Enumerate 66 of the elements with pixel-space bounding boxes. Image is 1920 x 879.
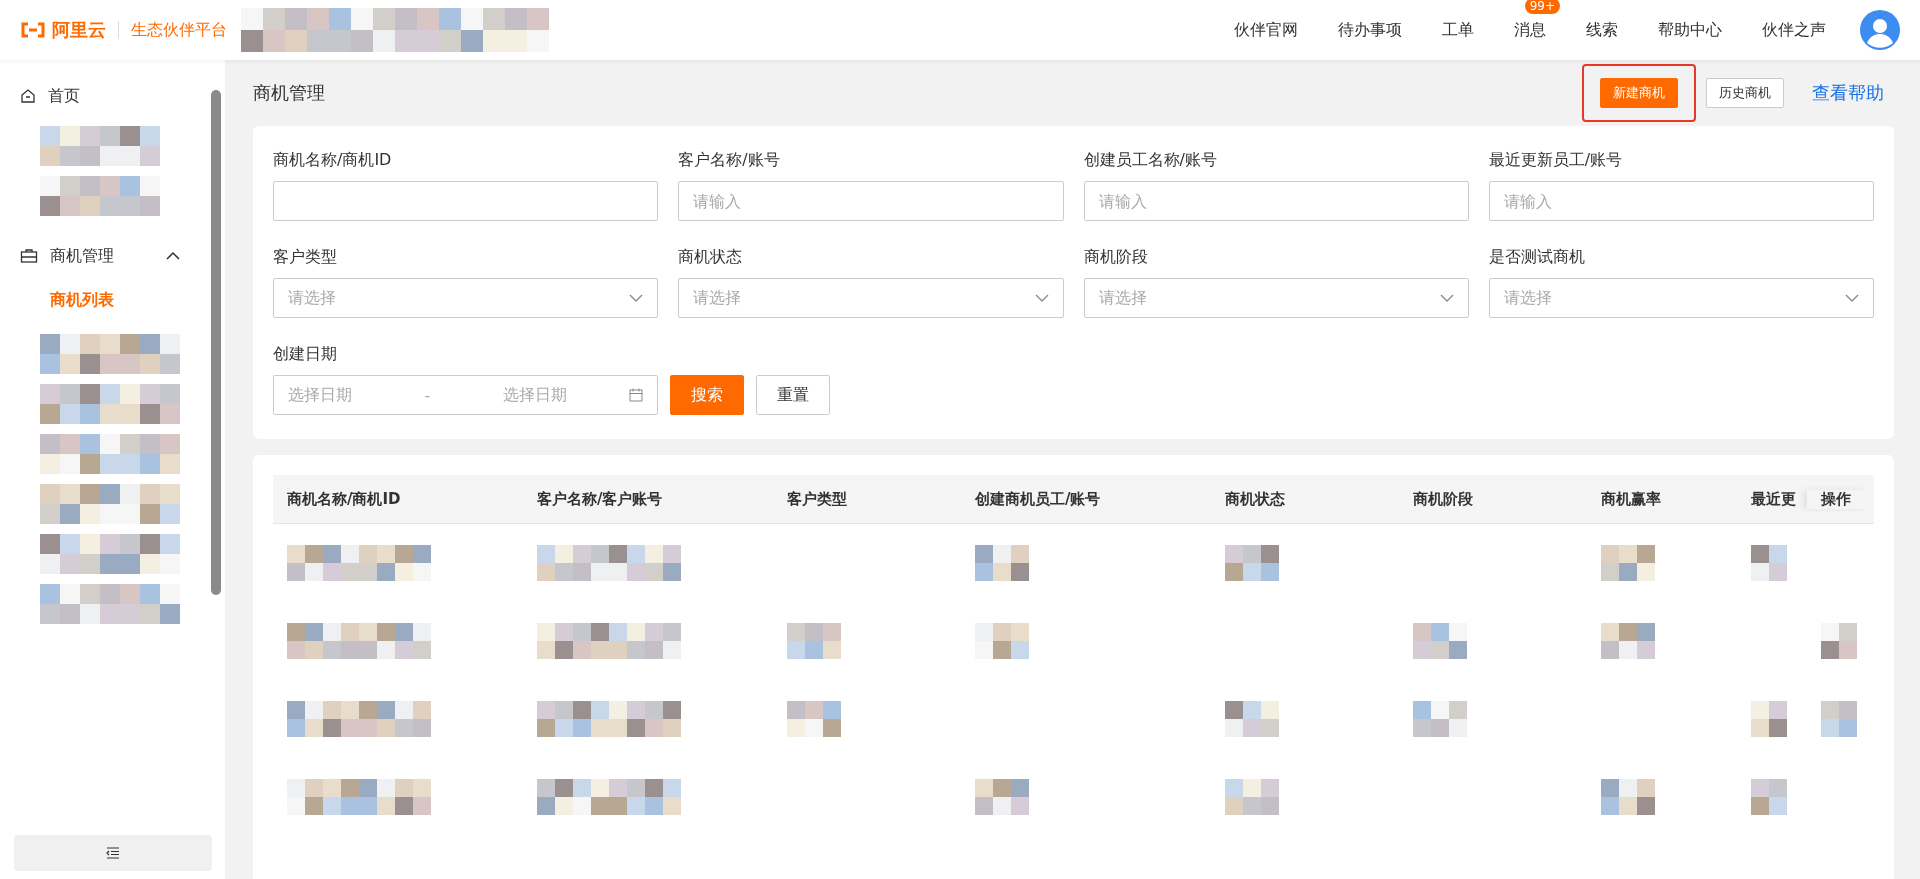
collapse-icon (106, 847, 120, 859)
field-label: 最近更新员工/账号 (1488, 150, 1624, 171)
blurred-text (1413, 623, 1467, 659)
blurred-text (1413, 701, 1467, 737)
field-label: 是否测试商机 (1488, 247, 1586, 268)
column-header: 客户类型 (786, 489, 848, 509)
nav-link[interactable]: 工单 (1442, 19, 1474, 41)
column-header: 商机阶段 (1412, 489, 1474, 509)
blurred-text (1601, 779, 1655, 815)
blurred-text (1225, 779, 1279, 815)
blurred-text (1225, 701, 1279, 737)
blurred-text (1751, 545, 1787, 581)
column-header: 商机状态 (1224, 489, 1286, 509)
nav-link[interactable]: 伙伴之声 (1762, 19, 1826, 41)
nav-link[interactable]: 帮助中心 (1658, 19, 1722, 41)
sidebar-group-label: 商机管理 (50, 245, 114, 267)
chevron-down-icon (1845, 294, 1859, 302)
chevron-icon (166, 251, 180, 261)
chevron-down-icon (1034, 294, 1049, 302)
sidebar-item[interactable]: 首页 (20, 76, 180, 116)
input-field[interactable]: 请输入 (1083, 181, 1469, 221)
field-label: 创建员工名称/账号 (1083, 150, 1218, 171)
sidebar-group[interactable]: 商机管理 (20, 236, 180, 276)
notification-badge: 99+ (1524, 0, 1560, 14)
blurred-text (975, 779, 1029, 815)
field-label: 商机状态 (678, 247, 744, 268)
chevron-down-icon (629, 294, 644, 302)
field-label: 商机名称/商机ID (273, 150, 393, 171)
blurred-text (787, 701, 841, 737)
blurred-text (1601, 545, 1655, 581)
blurred-text (1821, 701, 1857, 737)
briefcase-icon (20, 248, 38, 264)
column-header: 商机赢率 (1600, 489, 1662, 509)
column-header: 创建商机员工/账号 (974, 489, 1102, 509)
field-label: 客户类型 (273, 247, 338, 268)
blurred-text (1601, 623, 1655, 659)
blurred-text (1225, 545, 1279, 581)
blurred-text (975, 545, 1029, 581)
input-field[interactable]: 请输入 (1488, 181, 1874, 221)
input-field[interactable]: 请输入 (678, 181, 1064, 221)
calendar-icon (629, 388, 643, 402)
blurred-text (1751, 701, 1787, 737)
nav-link[interactable]: 线索 (1586, 19, 1618, 41)
field-label: 创建日期 (273, 344, 338, 365)
nav-link[interactable]: 待办事项 (1338, 19, 1402, 41)
column-header: 商机名称/商机ID (286, 489, 402, 509)
field-label: 客户名称/账号 (678, 150, 781, 171)
logo-icon (20, 22, 46, 38)
avatar-icon[interactable] (1860, 10, 1900, 50)
blurred-text (975, 623, 1029, 659)
input-field[interactable] (273, 181, 659, 221)
chevron-down-icon (1439, 294, 1454, 302)
blurred-text (1821, 623, 1857, 659)
column-header: 最近更 (1750, 489, 1797, 509)
help-link[interactable]: 查看帮助 (1812, 81, 1884, 105)
reset-button[interactable]: 重置 (756, 375, 830, 415)
column-header: 客户名称/客户账号 (536, 489, 664, 509)
blurred-text (1751, 779, 1787, 815)
field-label: 商机阶段 (1083, 247, 1149, 268)
nav-link[interactable]: 伙伴官网 (1234, 19, 1298, 41)
page-title: 商机管理 (253, 81, 325, 105)
blurred-text (787, 623, 841, 659)
platform-name: 生态伙伴平台 (131, 19, 227, 41)
column-header: 操作 (1807, 489, 1867, 509)
home-icon (20, 88, 36, 104)
history-button[interactable]: 历史商机 (1706, 78, 1784, 108)
